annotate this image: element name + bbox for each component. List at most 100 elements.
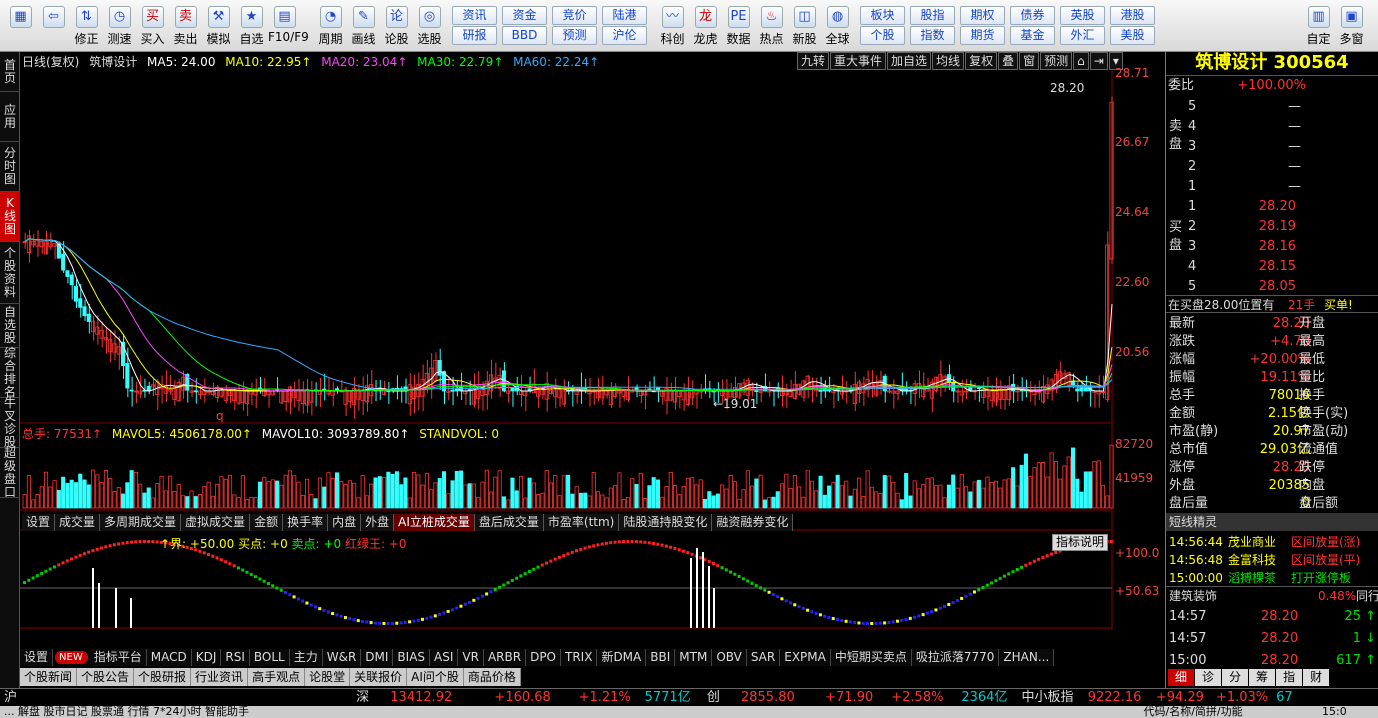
bottom-indicator-tab[interactable]: BIAS	[393, 649, 431, 666]
jingling-stock[interactable]: 茂业商业	[1228, 533, 1276, 551]
indicator-tab[interactable]: 外盘	[361, 514, 395, 531]
indicator-tab[interactable]: 换手率	[283, 514, 329, 531]
bottom-indicator-tab[interactable]: VR	[458, 649, 484, 666]
news-tab[interactable]: 高手观点	[248, 668, 306, 686]
bottom-indicator-tab[interactable]: EXPMA	[780, 649, 831, 666]
chart-top-button[interactable]: 加自选	[887, 52, 932, 70]
toolbar-small-button[interactable]: 美股	[1110, 26, 1155, 45]
toolbar-small-button[interactable]: 个股	[860, 26, 905, 45]
left-tab[interactable]: 分时图	[0, 142, 20, 192]
bottom-indicator-tab[interactable]: RSI	[221, 649, 250, 666]
toolbar-hot-button[interactable]: ♨ 热点	[755, 0, 788, 52]
quote-bottom-tab[interactable]: 分	[1222, 669, 1249, 686]
bottom-indicator-tab[interactable]: TRIX	[561, 649, 598, 666]
chart-top-button[interactable]: 重大事件	[830, 52, 887, 70]
toolbar-small-button[interactable]: 债券	[1010, 6, 1055, 25]
toolbar-small-button[interactable]: 资讯	[452, 6, 497, 25]
bottom-indicator-tab[interactable]: NEW	[55, 651, 88, 664]
toolbar-back-arrow-button[interactable]: ⇦	[37, 0, 70, 52]
toolbar-hammer-button[interactable]: ⚒ 模拟	[202, 0, 235, 52]
status-links[interactable]: ... 解盘 股市日记 股票通 行情 7*24小时 智能助手	[0, 706, 1140, 718]
chart-top-button[interactable]: 均线	[932, 52, 965, 70]
toolbar-small-button[interactable]: 板块	[860, 6, 905, 25]
chart-top-button[interactable]: 复权	[965, 52, 998, 70]
toolbar-small-button[interactable]: 股指	[910, 6, 955, 25]
bottom-indicator-tab[interactable]: SAR	[746, 649, 781, 666]
toolbar-small-button[interactable]: 陆港	[602, 6, 647, 25]
toolbar-small-button[interactable]: 基金	[1010, 26, 1055, 45]
bottom-indicator-tab[interactable]: 指标平台	[89, 649, 147, 666]
toolbar-small-button[interactable]: 英股	[1060, 6, 1105, 25]
ticker-sz-label[interactable]: 深	[356, 689, 386, 707]
news-tab[interactable]: AI问个股	[407, 668, 464, 686]
bottom-indicator-tab[interactable]: 设置	[20, 649, 54, 666]
bottom-indicator-tab[interactable]: 中短期买卖点	[830, 649, 912, 666]
bottom-indicator-tab[interactable]: BBI	[646, 649, 676, 666]
toolbar-star-button[interactable]: ★ 自选	[235, 0, 268, 52]
period-label[interactable]: 日线(复权)	[22, 55, 79, 69]
industry-name[interactable]: 建筑装饰	[1169, 587, 1217, 605]
ticker-sh-label[interactable]: 沪	[0, 689, 352, 707]
left-tab[interactable]: 应用	[0, 92, 20, 142]
chart-top-button[interactable]: 预测	[1040, 52, 1073, 70]
bottom-indicator-tab[interactable]: 新DMA	[597, 649, 647, 666]
same-industry-button[interactable]: 同行	[1356, 587, 1378, 605]
left-tab[interactable]: 牛叉诊股	[0, 396, 20, 448]
news-tab[interactable]: 个股新闻	[20, 668, 78, 686]
left-tab[interactable]: 自选股	[0, 304, 20, 348]
indicator-tab[interactable]: 内盘	[328, 514, 362, 531]
toolbar-small-button[interactable]: 港股	[1110, 6, 1155, 25]
bottom-indicator-tab[interactable]: ARBR	[483, 649, 527, 666]
toolbar-period-button[interactable]: ◔ 周期	[314, 0, 347, 52]
toolbar-globe-button[interactable]: ◍ 全球	[821, 0, 854, 52]
bottom-indicator-tab[interactable]: DPO	[526, 649, 561, 666]
toolbar-ipo-button[interactable]: ◫ 新股	[788, 0, 821, 52]
toolbar-small-button[interactable]: 沪伦	[602, 26, 647, 45]
zaimai-button[interactable]: 买单!	[1324, 296, 1353, 314]
quote-bottom-tab[interactable]: 指	[1276, 669, 1303, 686]
bottom-indicator-tab[interactable]: W&R	[322, 649, 362, 666]
indicator-tab[interactable]: AI立桩成交量	[394, 514, 475, 531]
chart-top-button[interactable]: 九转	[797, 52, 830, 70]
toolbar-forum-button[interactable]: 论论股	[380, 0, 413, 52]
indicator-tab[interactable]: 成交量	[55, 514, 101, 531]
bottom-indicator-tab[interactable]: 主力	[289, 649, 323, 666]
left-tab[interactable]: K线图	[0, 192, 20, 242]
jingling-stock[interactable]: 滔搏棵茶	[1228, 569, 1276, 587]
indicator-explain-button[interactable]: 指标说明	[1052, 534, 1109, 551]
indicator-tab[interactable]: 融资融券变化	[712, 514, 794, 531]
news-tab[interactable]: 行业资讯	[191, 668, 249, 686]
toolbar-clock-button[interactable]: ◷ 测速	[103, 0, 136, 52]
indicator-tab[interactable]: 多周期成交量	[100, 514, 182, 531]
bottom-indicator-tab[interactable]: MACD	[146, 649, 192, 666]
ticker-zx-label[interactable]: 中小板指	[1022, 689, 1084, 707]
chart-top-button[interactable]: 叠	[998, 52, 1019, 70]
toolbar-small-button[interactable]: 指数	[910, 26, 955, 45]
toolbar-pen-button[interactable]: ✎ 画线	[347, 0, 380, 52]
toolbar-dragon-button[interactable]: 龙龙虎	[689, 0, 722, 52]
news-tab[interactable]: 商品价格	[464, 668, 521, 686]
chart-top-button[interactable]: ⌂	[1073, 52, 1089, 70]
bottom-indicator-tab[interactable]: 吸拉派落7770	[911, 649, 1000, 666]
news-tab[interactable]: 关联报价	[350, 668, 408, 686]
toolbar-pe-button[interactable]: PE 数据	[722, 0, 755, 52]
news-tab[interactable]: 论股堂	[305, 668, 351, 686]
quote-bottom-tab[interactable]: 财	[1303, 669, 1330, 686]
left-tab[interactable]: 个股资料	[0, 242, 20, 304]
toolbar-sell-button[interactable]: 卖卖出	[169, 0, 202, 52]
bottom-indicator-tab[interactable]: ASI	[430, 649, 459, 666]
toolbar-small-button[interactable]: 研报	[452, 26, 497, 45]
jingling-stock[interactable]: 金富科技	[1228, 551, 1276, 569]
left-tab[interactable]: 首页	[0, 52, 20, 92]
bottom-indicator-tab[interactable]: KDJ	[191, 649, 222, 666]
toolbar-small-button[interactable]: 外汇	[1060, 26, 1105, 45]
indicator-tab[interactable]: 设置	[22, 514, 56, 531]
indicator-tab[interactable]: 陆股通持股变化	[619, 514, 713, 531]
toolbar-small-button[interactable]: 期权	[960, 6, 1005, 25]
chart-top-button[interactable]: ⇥	[1089, 52, 1108, 70]
toolbar-small-button[interactable]: 竞价	[552, 6, 597, 25]
search-hint[interactable]: 代码/名称/简拼/功能	[1144, 706, 1319, 718]
toolbar-layout-button[interactable]: ▦	[4, 0, 37, 52]
ticker-cy-label[interactable]: 创	[707, 689, 737, 707]
news-tab[interactable]: 个股研报	[134, 668, 192, 686]
